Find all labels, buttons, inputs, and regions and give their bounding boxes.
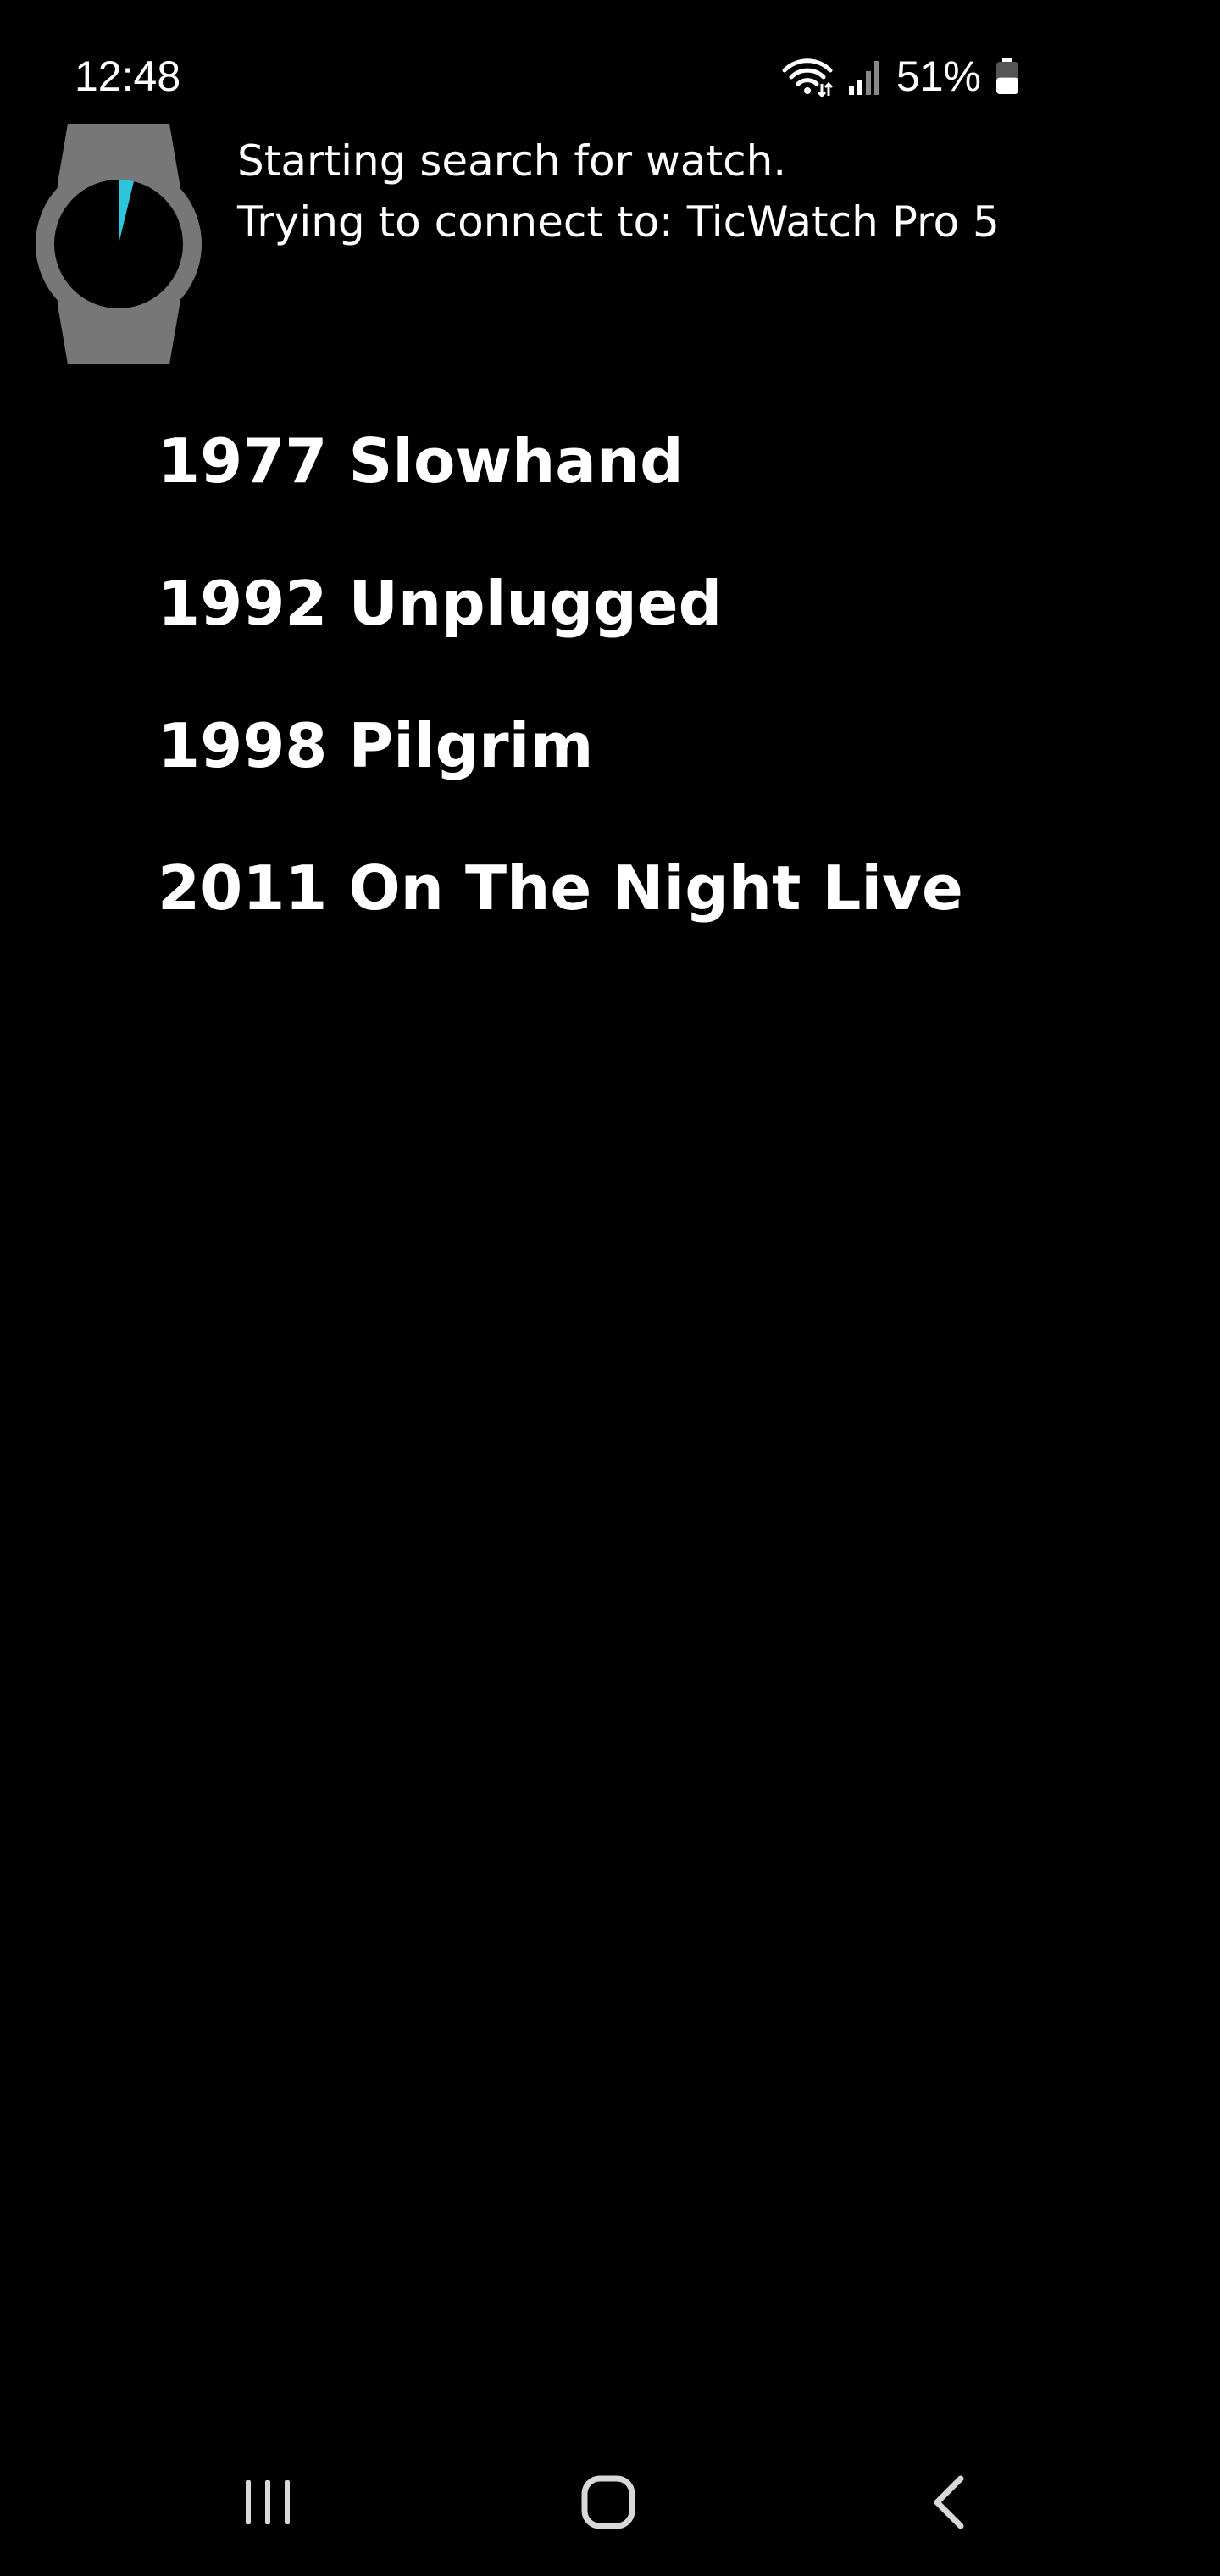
wifi-icon [781, 55, 834, 97]
signal-icon [847, 58, 883, 95]
back-button[interactable] [898, 2457, 1000, 2551]
recents-button[interactable] [217, 2457, 319, 2551]
album-item-unplugged[interactable]: 1992 Unplugged [158, 532, 963, 675]
album-list: 1977 Slowhand 1992 Unplugged 1998 Pilgri… [158, 390, 963, 959]
battery-percent: 51% [896, 53, 981, 100]
album-item-slowhand[interactable]: 1977 Slowhand [158, 390, 963, 532]
recents-icon [242, 2477, 293, 2531]
status-icons: 51% [781, 49, 1020, 103]
battery-icon [995, 58, 1020, 95]
album-item-on-the-night-live[interactable]: 2011 On The Night Live [158, 817, 963, 959]
search-status-line1: Starting search for watch. [237, 136, 787, 186]
back-icon [930, 2474, 968, 2534]
album-item-pilgrim[interactable]: 1998 Pilgrim [158, 675, 963, 817]
search-status: Starting search for watch. Trying to con… [237, 130, 1000, 253]
home-button[interactable] [557, 2457, 659, 2551]
smartwatch-search-icon [34, 124, 203, 364]
search-status-line2: Trying to connect to: TicWatch Pro 5 [237, 197, 1000, 247]
home-icon [580, 2474, 636, 2534]
status-time: 12:48 [75, 53, 181, 100]
